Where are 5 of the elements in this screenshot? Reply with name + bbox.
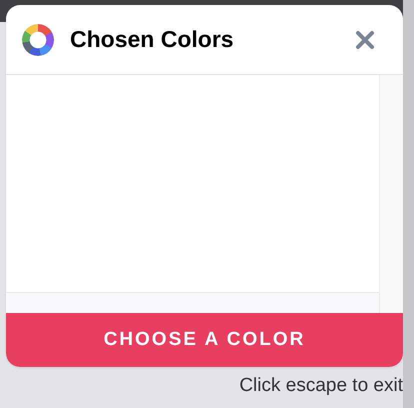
hint-text: Click escape to exit (239, 375, 403, 397)
dialog-title: Chosen Colors (70, 26, 235, 53)
choose-color-button[interactable]: CHOOSE A COLOR (6, 313, 403, 367)
close-icon (355, 30, 375, 50)
color-wheel-icon (22, 24, 54, 56)
